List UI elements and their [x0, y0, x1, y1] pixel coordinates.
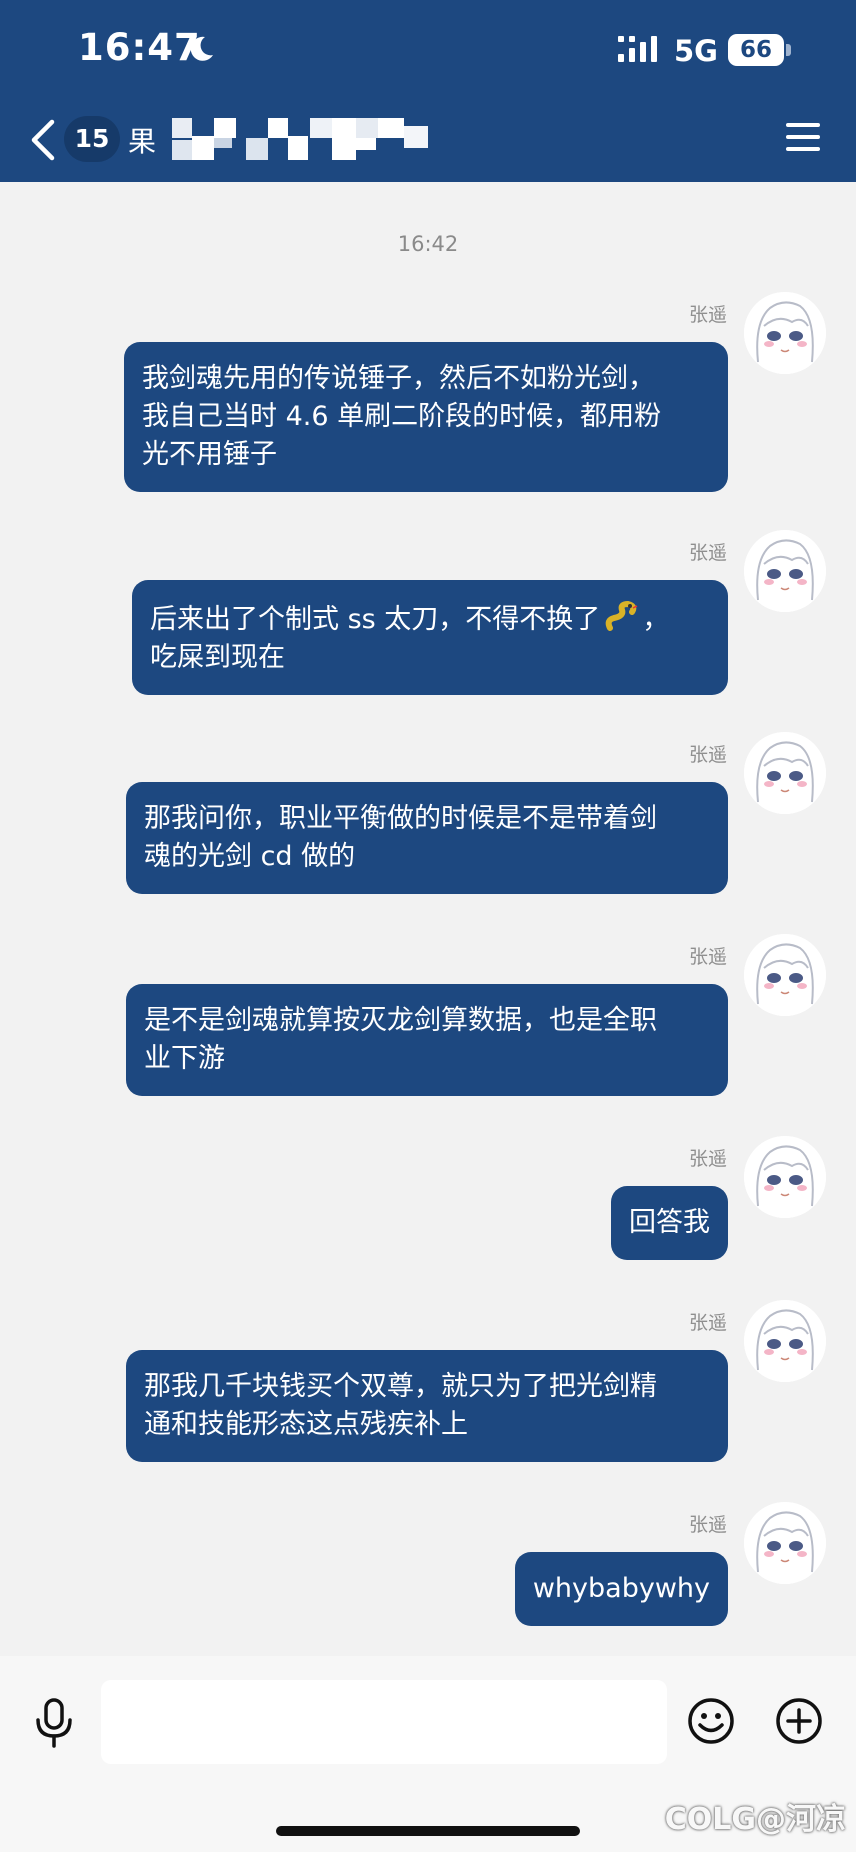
message-line: 业下游: [144, 1043, 225, 1074]
signal-icon: [618, 36, 657, 62]
snake-emoji-icon: [606, 600, 638, 631]
watermark: COLG@河凉: [664, 1802, 846, 1837]
anime-avatar-icon: [744, 1136, 826, 1218]
message-text: ，: [642, 604, 670, 635]
microphone-icon[interactable]: [34, 1698, 74, 1750]
anime-avatar-icon: [744, 1502, 826, 1584]
title-mosaic: [172, 118, 428, 160]
message-line: 是不是剑魂就算按灭龙剑算数据，也是全职: [144, 1005, 657, 1036]
avatar[interactable]: [744, 1136, 826, 1218]
message-line: 吃屎到现在: [150, 642, 285, 673]
anime-avatar-icon: [744, 1300, 826, 1382]
message-text: 后来出了个制式 ss 太刀，不得不换了: [150, 604, 601, 635]
status-time: 16:47: [78, 26, 201, 69]
chat-screen: 16:47 5G 66 15 果 16:42 张遥 我剑魂先用的传说锤子，然后不…: [0, 0, 856, 1852]
chat-timestamp: 16:42: [397, 232, 459, 256]
home-indicator[interactable]: [276, 1826, 580, 1836]
plus-icon[interactable]: [774, 1696, 824, 1746]
avatar[interactable]: [744, 292, 826, 374]
sender-name: 张遥: [688, 946, 727, 968]
input-bar: COLG@河凉: [0, 1656, 856, 1852]
sender-name: 张遥: [688, 1148, 727, 1170]
avatar[interactable]: [744, 1300, 826, 1382]
message-line: 光不用锤子: [142, 439, 277, 470]
message-bubble[interactable]: whybabywhy: [514, 1552, 728, 1626]
message-input[interactable]: [101, 1680, 667, 1764]
message-bubble[interactable]: 那我问你，职业平衡做的时候是不是带着剑 魂的光剑 cd 做的: [126, 782, 728, 894]
message-line: 回答我: [629, 1207, 710, 1238]
battery-nub: [786, 44, 791, 56]
message-line: whybabywhy: [532, 1573, 710, 1604]
avatar[interactable]: [744, 934, 826, 1016]
message-line: 那我问你，职业平衡做的时候是不是带着剑: [144, 803, 657, 834]
message-bubble[interactable]: 回答我: [611, 1186, 728, 1260]
avatar[interactable]: [744, 1502, 826, 1584]
anime-avatar-icon: [744, 732, 826, 814]
message-line: 魂的光剑 cd 做的: [144, 841, 356, 872]
sender-name: 张遥: [688, 744, 727, 766]
message-bubble[interactable]: 我剑魂先用的传说锤子，然后不如粉光剑， 我自己当时 4.6 单刷二阶段的时候，都…: [124, 342, 728, 492]
menu-icon[interactable]: [786, 122, 820, 152]
back-chevron-icon[interactable]: [28, 118, 58, 162]
top-bar: 16:47 5G 66 15 果: [0, 0, 856, 182]
battery-icon: 66: [728, 34, 784, 66]
emoji-icon[interactable]: [686, 1696, 736, 1746]
message-bubble[interactable]: 那我几千块钱买个双尊，就只为了把光剑精 通和技能形态这点残疾补上: [126, 1350, 728, 1462]
message-line: 那我几千块钱买个双尊，就只为了把光剑精: [144, 1371, 657, 1402]
message-line: 我剑魂先用的传说锤子，然后不如粉光剑，: [142, 363, 655, 394]
moon-icon: [190, 36, 213, 61]
anime-avatar-icon: [744, 292, 826, 374]
message-bubble[interactable]: 是不是剑魂就算按灭龙剑算数据，也是全职 业下游: [126, 984, 728, 1096]
sender-name: 张遥: [688, 1514, 727, 1536]
avatar[interactable]: [744, 732, 826, 814]
message-line: 通和技能形态这点残疾补上: [144, 1409, 468, 1440]
message-bubble[interactable]: 后来出了个制式 ss 太刀，不得不换了 ， 吃屎到现在: [132, 580, 728, 695]
sender-name: 张遥: [688, 542, 727, 564]
sender-name: 张遥: [688, 1312, 727, 1334]
sender-name: 张遥: [688, 304, 727, 326]
avatar[interactable]: [744, 530, 826, 612]
unread-count-badge[interactable]: 15: [64, 116, 120, 162]
network-type: 5G: [674, 34, 718, 68]
anime-avatar-icon: [744, 530, 826, 612]
message-line: 我自己当时 4.6 单刷二阶段的时候，都用粉: [142, 401, 662, 432]
anime-avatar-icon: [744, 934, 826, 1016]
message-line: 后来出了个制式 ss 太刀，不得不换了 ，: [150, 598, 710, 639]
